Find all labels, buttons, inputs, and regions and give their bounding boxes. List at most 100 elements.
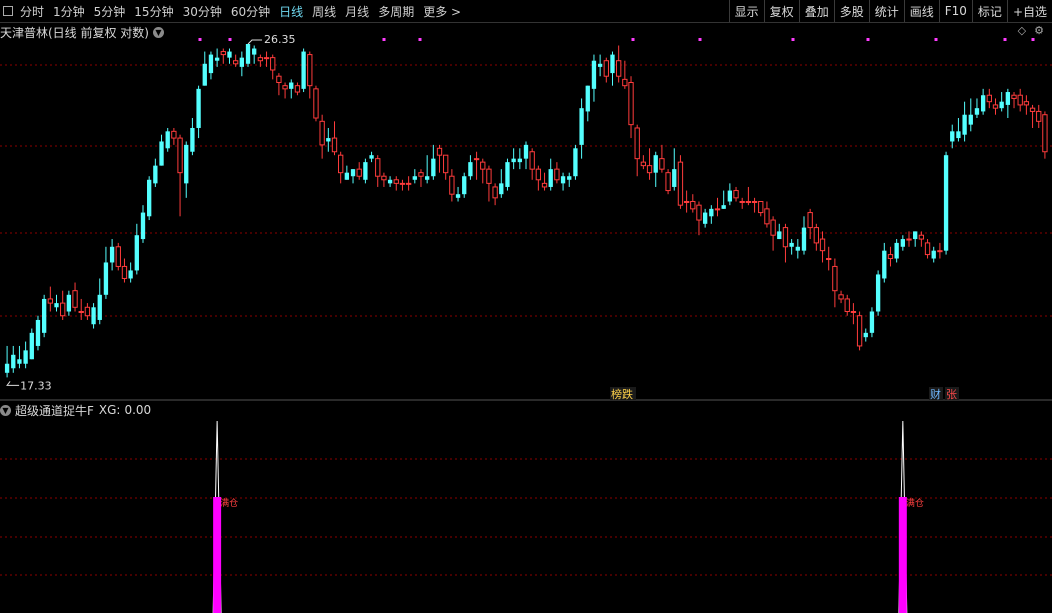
candle-body [1036,110,1042,122]
candle-body [523,144,529,159]
candle-body [418,172,424,177]
candle-body [363,162,368,180]
candle-body [289,82,294,89]
top-marker [866,38,870,41]
candle-body [782,227,789,248]
candle-body [393,179,399,184]
candle-body [326,138,331,142]
candle-body [41,298,47,333]
candle-body [412,176,417,180]
signal-label: 满仓 [220,497,238,509]
candle-body [220,51,226,56]
signal-bar [898,497,907,613]
candle-body [23,350,28,364]
candle-body [603,60,609,77]
candle-body [702,212,708,224]
candle-body [628,82,634,126]
candle-body [78,310,84,313]
candle-body [232,60,239,65]
top-marker [698,38,702,41]
candle-body [850,310,857,313]
candle-body [1029,107,1036,112]
candle-body [134,235,139,271]
candle-body [777,231,782,240]
top-marker [934,38,938,41]
candle-body [579,108,584,145]
candle-body [826,258,832,261]
top-marker [631,38,635,41]
candle-body [331,137,338,153]
candle-body [196,88,201,128]
candle-body [622,78,628,87]
top-marker [791,38,795,41]
candle-body [931,250,936,259]
candle-body [140,212,146,240]
candle-body [906,238,912,241]
candle-body [751,200,758,203]
candle-body [492,186,498,199]
candle-body [387,179,393,184]
candle-body [789,242,794,247]
candle-body [35,319,41,346]
candle-body [653,155,658,173]
candle-body [449,175,455,195]
candle-body [208,54,214,74]
candle-body [499,183,504,195]
candle-body [115,246,121,267]
candle-body [338,154,344,174]
kline-chart[interactable]: 26.3517.33榜跌财张满仓满仓满仓 [0,0,1052,613]
candle-body [634,127,640,160]
high-price-label: 26.35 [264,33,296,46]
candle-body [541,182,548,188]
candle-body [375,158,381,177]
candle-body [455,194,461,198]
candle-body [677,161,684,206]
candle-body [733,190,739,199]
candle-body [554,168,560,181]
top-marker [418,38,422,41]
candle-body [11,354,16,369]
candle-body [894,242,899,259]
candle-body [1023,101,1030,106]
candle-body [121,265,128,279]
candle-body [443,154,449,174]
high-pointer [247,39,263,45]
candle-body [591,60,597,89]
candle-body [486,168,492,184]
candle-body [573,148,578,177]
event-label: 财 [930,387,941,401]
top-marker [228,38,232,41]
signal-bar [213,497,222,613]
candle-body [924,242,931,256]
candle-body [640,161,647,167]
candle-body [819,238,826,252]
candle-body [369,155,374,159]
candle-body [202,63,207,86]
candle-body [245,44,251,64]
candle-body [313,88,319,119]
candle-body [431,158,436,177]
candle-body [153,165,158,184]
candle-body [1011,94,1017,99]
candle-body [171,130,177,139]
candle-body [54,303,59,308]
candle-body [307,54,313,87]
candle-body [159,141,164,166]
candle-body [690,200,696,210]
candle-body [807,212,813,229]
top-marker [1003,38,1007,41]
candle-body [109,246,115,263]
candle-body [72,290,78,308]
candle-body [381,175,387,181]
candle-body [937,250,943,253]
candle-body [436,147,443,156]
candle-body [745,200,752,203]
candle-body [764,208,770,225]
candle-body [282,85,288,90]
candle-body [714,208,721,211]
candle-body [585,85,590,112]
top-marker [1031,38,1035,41]
candle-body [468,162,473,177]
candle-body [227,51,232,58]
event-label: 榜跌 [611,387,633,401]
